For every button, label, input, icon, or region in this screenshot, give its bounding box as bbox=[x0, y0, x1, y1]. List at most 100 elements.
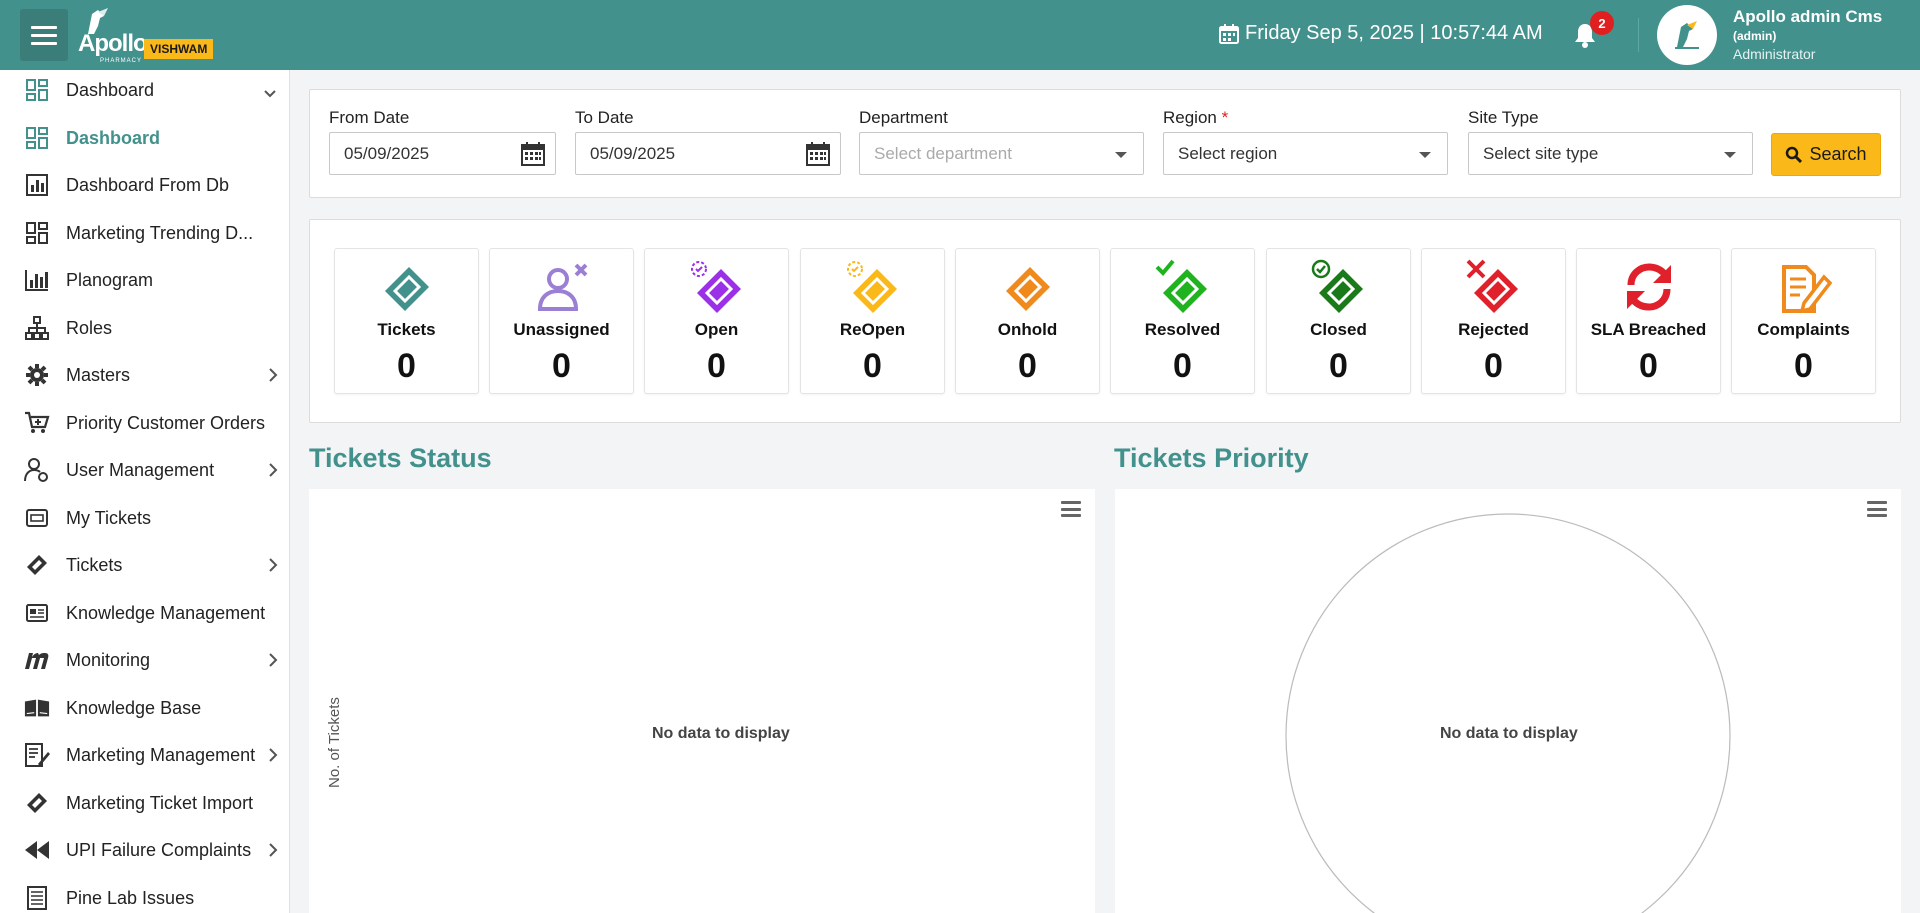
sidebar-item-tickets[interactable]: Tickets bbox=[0, 545, 289, 585]
department-label: Department bbox=[859, 108, 948, 127]
user-role: Administrator bbox=[1733, 46, 1816, 62]
chevron-right-icon bbox=[269, 558, 278, 572]
site-type-select[interactable]: Select site type bbox=[1468, 132, 1753, 175]
stat-card-sla-breached[interactable]: SLA Breached 0 bbox=[1576, 248, 1721, 394]
caret-down-icon bbox=[1419, 152, 1431, 158]
sidebar-item-roles[interactable]: Roles bbox=[0, 308, 289, 348]
stat-label: SLA Breached bbox=[1590, 320, 1707, 339]
sidebar-item-label: Marketing Trending D... bbox=[66, 222, 254, 243]
region-label-text: Region bbox=[1163, 108, 1217, 127]
sidebar-item-masters[interactable]: Masters bbox=[0, 355, 289, 395]
hierarchy-icon bbox=[24, 315, 50, 341]
sidebar-item-my-tickets[interactable]: My Tickets bbox=[0, 498, 289, 538]
sidebar-item-label: Knowledge Management bbox=[66, 602, 266, 623]
sidebar-item-upi-failure-complaints[interactable]: UPI Failure Complaints bbox=[0, 830, 289, 870]
department-select[interactable]: Select department bbox=[859, 132, 1144, 175]
stat-card-reopen[interactable]: ReOpen 0 bbox=[800, 248, 945, 394]
required-mark: * bbox=[1221, 108, 1229, 127]
tickets-priority-title: Tickets Priority bbox=[1114, 443, 1309, 473]
ticket-check-icon bbox=[1111, 259, 1254, 315]
sidebar-item-marketing-trending[interactable]: Marketing Trending D... bbox=[0, 213, 289, 253]
chevron-right-icon bbox=[269, 843, 278, 857]
to-date-value: 05/09/2025 bbox=[590, 143, 676, 163]
brand-subtitle: PHARMACY bbox=[100, 58, 143, 64]
sidebar-item-marketing-ticket-import[interactable]: Marketing Ticket Import bbox=[0, 783, 289, 823]
calendar-icon[interactable] bbox=[806, 142, 830, 166]
rewind-icon bbox=[24, 837, 50, 863]
menu-bar bbox=[31, 33, 57, 37]
apollo-avatar-logo-icon bbox=[1675, 21, 1699, 49]
to-date-input[interactable]: 05/09/2025 bbox=[575, 132, 841, 175]
sidebar-item-dashboard-group[interactable]: Dashboard bbox=[0, 70, 289, 110]
search-button[interactable]: Search bbox=[1771, 133, 1881, 176]
region-select[interactable]: Select region bbox=[1163, 132, 1448, 175]
stat-card-resolved[interactable]: Resolved 0 bbox=[1110, 248, 1255, 394]
sidebar-item-marketing-management[interactable]: Marketing Management bbox=[0, 735, 289, 775]
sidebar-item-planogram[interactable]: Planogram bbox=[0, 260, 289, 300]
no-data-text: No data to display bbox=[1440, 725, 1578, 742]
sidebar-item-knowledge-base[interactable]: Knowledge Base bbox=[0, 688, 289, 728]
stat-card-complaints[interactable]: Complaints 0 bbox=[1731, 248, 1876, 394]
sidebar-item-label: Priority Customer Orders bbox=[66, 412, 266, 433]
calendar-icon[interactable] bbox=[521, 142, 545, 166]
stat-value: 0 bbox=[1329, 347, 1348, 385]
ticket-open-icon bbox=[645, 259, 788, 315]
top-header: Apollo PHARMACY VISHWAM Friday Sep 5, 20… bbox=[0, 0, 1920, 70]
sidebar-item-dashboard-from-db[interactable]: Dashboard From Db bbox=[0, 165, 289, 205]
stat-value: 0 bbox=[1173, 347, 1192, 385]
header-divider bbox=[1638, 18, 1639, 52]
stat-card-open[interactable]: Open 0 bbox=[644, 248, 789, 394]
sidebar-item-user-management[interactable]: User Management bbox=[0, 450, 289, 490]
calendar-icon bbox=[1219, 23, 1239, 44]
sidebar-item-priority-customer-orders[interactable]: Priority Customer Orders bbox=[0, 403, 289, 443]
empty-pie-outline bbox=[1285, 513, 1731, 913]
y-axis-label: No. of Tickets bbox=[326, 697, 343, 788]
tickets-priority-chart: No data to display bbox=[1115, 489, 1901, 913]
sidebar-item-label: Knowledge Base bbox=[66, 697, 202, 718]
stat-card-tickets[interactable]: Tickets 0 bbox=[334, 248, 479, 394]
sidebar-item-label: Roles bbox=[66, 317, 113, 338]
search-button-label: Search bbox=[1809, 144, 1867, 164]
stat-label: Unassigned bbox=[513, 320, 610, 339]
sidebar-item-label: Tickets bbox=[66, 554, 123, 575]
sidebar-item-label: Dashboard bbox=[66, 79, 155, 100]
from-date-input[interactable]: 05/09/2025 bbox=[329, 132, 556, 175]
ticket-reopen-icon bbox=[801, 259, 944, 315]
hamburger-menu-button[interactable] bbox=[20, 9, 68, 61]
stat-card-onhold[interactable]: Onhold 0 bbox=[955, 248, 1100, 394]
sidebar-item-label: Marketing Ticket Import bbox=[66, 792, 254, 813]
menu-bar bbox=[1061, 514, 1081, 517]
department-placeholder: Select department bbox=[874, 143, 1012, 163]
region-value: Select region bbox=[1178, 143, 1278, 163]
stat-card-rejected[interactable]: Rejected 0 bbox=[1421, 248, 1566, 394]
stat-label: Closed bbox=[1310, 320, 1367, 339]
chevron-right-icon bbox=[269, 463, 278, 477]
document-edit-icon bbox=[1732, 259, 1875, 315]
sidebar-item-label: Masters bbox=[66, 364, 131, 385]
menu-bar bbox=[1061, 501, 1081, 504]
m-logo-icon bbox=[24, 647, 50, 673]
menu-bar bbox=[31, 41, 57, 45]
stat-label: ReOpen bbox=[839, 320, 906, 339]
user-gear-icon bbox=[24, 457, 50, 483]
apollo-logo[interactable]: Apollo PHARMACY VISHWAM bbox=[78, 8, 218, 64]
sidebar-item-pine-lab-issues[interactable]: Pine Lab Issues bbox=[0, 878, 289, 913]
sidebar-item-label: UPI Failure Complaints bbox=[66, 839, 252, 860]
site-type-label: Site Type bbox=[1468, 108, 1539, 127]
stat-value: 0 bbox=[552, 347, 571, 385]
sidebar-item-dashboard[interactable]: Dashboard bbox=[0, 118, 289, 158]
ticket-reject-icon bbox=[1422, 259, 1565, 315]
stat-label: Resolved bbox=[1144, 320, 1221, 339]
caret-down-icon bbox=[1115, 152, 1127, 158]
ticket-box-icon bbox=[24, 505, 50, 531]
tickets-status-title: Tickets Status bbox=[309, 443, 492, 473]
stat-card-closed[interactable]: Closed 0 bbox=[1266, 248, 1411, 394]
ticket-icon bbox=[24, 552, 50, 578]
no-data-text: No data to display bbox=[652, 725, 790, 742]
sidebar-item-knowledge-management[interactable]: Knowledge Management bbox=[0, 593, 289, 633]
sidebar-item-monitoring[interactable]: Monitoring bbox=[0, 640, 289, 680]
chart-menu-icon[interactable] bbox=[1061, 501, 1081, 517]
ticket-icon bbox=[24, 790, 50, 816]
avatar[interactable] bbox=[1657, 5, 1717, 65]
stat-card-unassigned[interactable]: Unassigned 0 bbox=[489, 248, 634, 394]
